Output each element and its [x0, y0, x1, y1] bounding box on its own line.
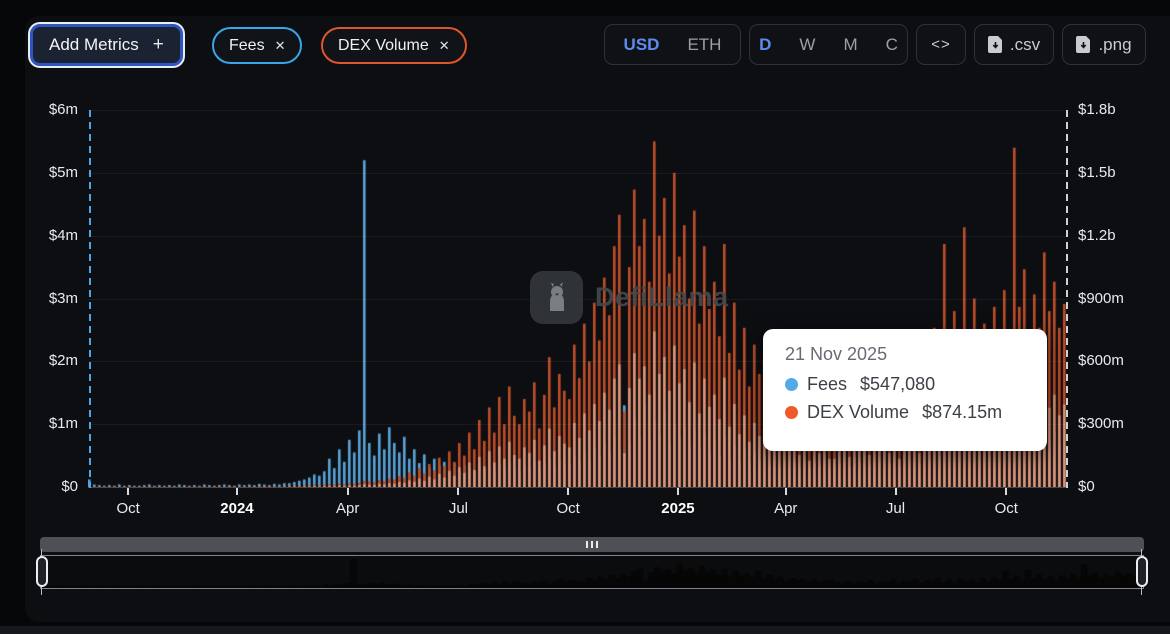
x-axis-tick	[567, 488, 569, 495]
bottom-strip	[0, 626, 1170, 634]
file-download-icon	[988, 36, 1003, 53]
export-png-button[interactable]: .png	[1062, 24, 1146, 65]
currency-option-usd[interactable]: USD	[610, 25, 674, 64]
right-axis-tick-label: $600m	[1078, 352, 1124, 370]
right-axis-tick-label: $1.8b	[1078, 101, 1116, 119]
metric-chip-dex-volume[interactable]: DEX Volume ✕	[321, 27, 467, 64]
defillama-logo-icon	[530, 271, 583, 324]
fees-series-dot	[785, 378, 798, 391]
x-axis-tick	[895, 488, 897, 495]
x-axis-tick-label: Oct	[557, 500, 580, 517]
left-axis-tick-label: $2m	[49, 352, 78, 370]
left-axis-tick-label: $1m	[49, 415, 78, 433]
embed-code-button[interactable]: <>	[916, 24, 966, 65]
x-axis-tick	[236, 488, 238, 495]
right-axis-tick-label: $1.5b	[1078, 164, 1116, 182]
x-axis-tick-label: Apr	[336, 500, 359, 517]
brush-handle-right[interactable]	[1136, 556, 1148, 587]
chart-tooltip: 21 Nov 2025 Fees $547,080 DEX Volume $87…	[763, 329, 1047, 451]
file-download-icon	[1076, 36, 1091, 53]
right-axis-tick-label: $1.2b	[1078, 227, 1116, 245]
add-metrics-label: Add Metrics	[49, 35, 139, 55]
left-axis-tick-label: $6m	[49, 101, 78, 119]
chip-label: DEX Volume	[338, 37, 429, 55]
plus-icon: +	[153, 34, 164, 56]
currency-toggle: USD ETH	[604, 24, 741, 65]
range-end-dashed-line	[1066, 110, 1068, 488]
interval-option-weekly[interactable]: W	[785, 25, 829, 64]
handle-stem	[41, 586, 42, 595]
gridline	[88, 236, 1068, 237]
x-axis-tick-label: 2024	[220, 500, 253, 517]
toolbar: Add Metrics + Fees ✕ DEX Volume ✕ USD ET…	[0, 22, 1170, 68]
watermark-text: DefiLlama	[595, 282, 729, 313]
chip-label: Fees	[229, 37, 265, 55]
range-start-dashed-line	[89, 110, 91, 488]
tooltip-date: 21 Nov 2025	[785, 344, 1027, 365]
interval-option-monthly[interactable]: M	[829, 25, 871, 64]
interval-option-daily[interactable]: D	[745, 25, 785, 64]
csv-label: .csv	[1010, 35, 1040, 55]
tooltip-label: DEX Volume	[807, 402, 909, 423]
x-axis-tick	[457, 488, 459, 495]
zoom-slider-track[interactable]	[40, 537, 1144, 552]
dex-volume-series-dot	[785, 406, 798, 419]
x-axis-tick-label: Oct	[995, 500, 1018, 517]
x-axis-tick-label: Apr	[774, 500, 797, 517]
x-axis-tick-label: Jul	[886, 500, 905, 517]
tooltip-row-dex-volume: DEX Volume $874.15m	[785, 402, 1027, 423]
tooltip-value: $547,080	[860, 374, 935, 395]
close-icon[interactable]: ✕	[275, 38, 286, 54]
x-axis-tick-label: Jul	[449, 500, 468, 517]
gridline	[88, 110, 1068, 111]
tooltip-value: $874.15m	[922, 402, 1002, 423]
export-csv-button[interactable]: .csv	[974, 24, 1054, 65]
brush-handle-left[interactable]	[36, 556, 48, 587]
left-axis-tick-label: $4m	[49, 227, 78, 245]
interval-option-cumulative[interactable]: C	[872, 25, 912, 64]
right-axis-tick-label: $900m	[1078, 290, 1124, 308]
minimap-overview[interactable]	[40, 555, 1144, 589]
currency-option-eth[interactable]: ETH	[673, 25, 735, 64]
close-icon[interactable]: ✕	[439, 38, 450, 54]
defillama-watermark: DefiLlama	[530, 271, 729, 324]
left-axis-tick-label: $0	[61, 478, 78, 496]
code-brackets-icon: <>	[931, 36, 951, 53]
right-axis-tick-label: $300m	[1078, 415, 1124, 433]
add-metrics-button[interactable]: Add Metrics +	[30, 24, 183, 66]
gridline	[88, 173, 1068, 174]
x-axis-tick	[785, 488, 787, 495]
tooltip-label: Fees	[807, 374, 847, 395]
x-axis-tick	[1005, 488, 1007, 495]
x-axis-tick	[127, 488, 129, 495]
x-axis-tick-label: 2025	[661, 500, 694, 517]
handle-stem	[1141, 586, 1142, 595]
x-axis-tick	[347, 488, 349, 495]
x-axis-tick	[677, 488, 679, 495]
left-axis-tick-label: $5m	[49, 164, 78, 182]
right-axis-tick-label: $0	[1078, 478, 1095, 496]
metric-chip-fees[interactable]: Fees ✕	[212, 27, 302, 64]
slider-grip-icon[interactable]	[586, 541, 598, 548]
left-axis-tick-label: $3m	[49, 290, 78, 308]
interval-toggle: D W M C	[749, 24, 908, 65]
tooltip-row-fees: Fees $547,080	[785, 374, 1027, 395]
minimap-canvas	[41, 556, 1143, 588]
x-axis-tick-label: Oct	[117, 500, 140, 517]
png-label: .png	[1098, 35, 1131, 55]
